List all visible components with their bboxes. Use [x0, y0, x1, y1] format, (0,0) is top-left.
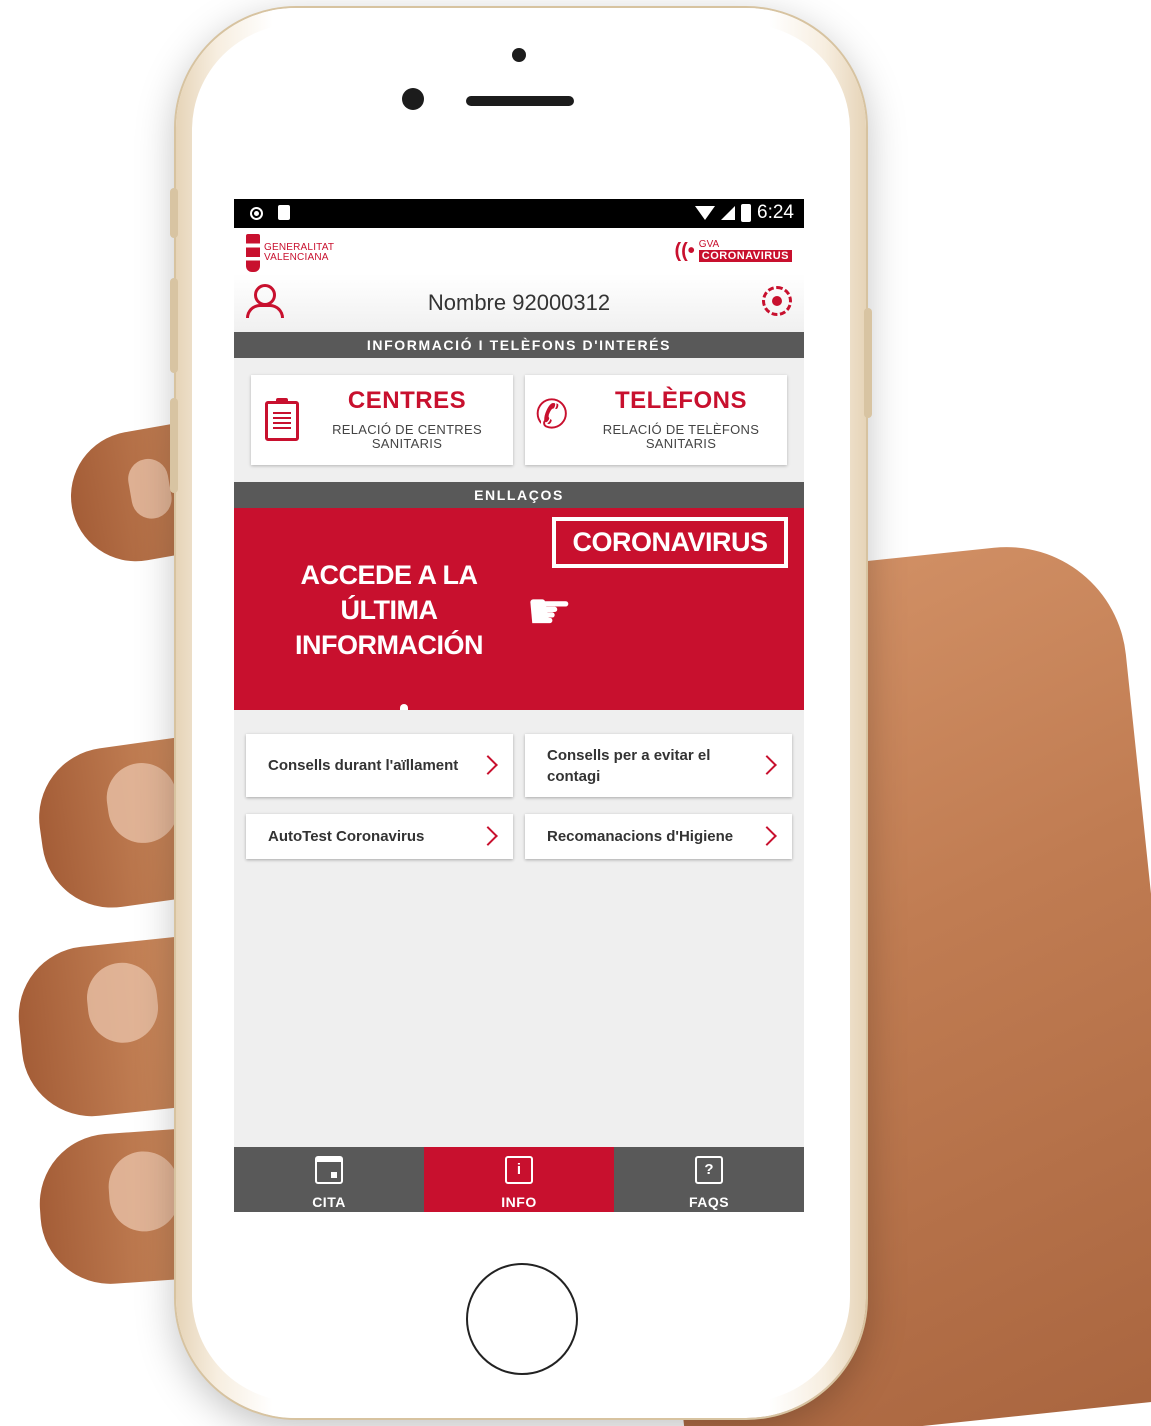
clipboard-icon: [265, 398, 299, 441]
status-bar: 6:24: [234, 199, 804, 228]
chevron-right-icon: [757, 825, 777, 846]
bottom-tab-bar: CITA i INFO ? FAQS: [234, 1147, 804, 1212]
mute-switch: [170, 188, 178, 238]
chevron-right-icon: [757, 754, 777, 775]
link-consells-contagi[interactable]: Consells per a evitar el contagi: [525, 734, 792, 797]
wifi-icon: [695, 206, 716, 220]
thumb-nail: [124, 455, 175, 522]
phone-icon: ✆: [535, 393, 569, 437]
link-autotest[interactable]: AutoTest Coronavirus: [246, 814, 513, 859]
info-section-header: INFORMACIÓ I TELÈFONS D'INTERÉS: [234, 332, 804, 358]
info-cards: CENTRES RELACIÓ DE CENTRES SANITARIS ✆ T…: [234, 358, 804, 482]
generalitat-logo-text: GENERALITAT VALENCIANA: [264, 243, 334, 263]
card-subtitle: RELACIÓ DE CENTRES SANITARIS: [332, 422, 482, 451]
card-title: TELÈFONS: [614, 387, 747, 414]
proximity-sensor: [512, 48, 526, 62]
tab-label: FAQS: [688, 1194, 730, 1210]
notification-icon: [250, 207, 263, 220]
card-subtitle: RELACIÓ DE TELÈFONS SANITARIS: [602, 422, 760, 451]
battery-icon: [741, 204, 752, 222]
signal-icon: [721, 206, 736, 220]
tab-info[interactable]: i INFO: [424, 1147, 614, 1212]
card-title: CENTRES: [347, 387, 467, 414]
broadcast-icon: ((•: [674, 240, 695, 262]
link-label: Consells durant l'aïllament: [268, 757, 459, 774]
generalitat-logo: GENERALITAT VALENCIANA: [246, 234, 334, 272]
tab-label: CITA: [312, 1194, 346, 1210]
status-time: 6:24: [757, 202, 794, 223]
sd-card-icon: [278, 205, 290, 220]
hand-pointer-icon: ☛: [526, 583, 573, 641]
gear-icon[interactable]: [762, 286, 792, 316]
link-consells-aillament[interactable]: Consells durant l'aïllament: [246, 734, 513, 797]
generalitat-shield-icon: [246, 234, 260, 272]
logo-gva: GVA: [698, 239, 720, 250]
finger-nail: [83, 959, 162, 1047]
tab-cita[interactable]: CITA: [234, 1147, 424, 1212]
links-section-header: ENLLAÇOS: [234, 482, 804, 508]
banner-line: ACCEDE A LA: [300, 560, 478, 590]
volume-up-button: [170, 278, 178, 373]
power-button: [864, 308, 872, 418]
info-icon: i: [505, 1156, 533, 1184]
link-label: AutoTest Coronavirus: [268, 828, 425, 845]
banner-text: ACCEDE A LA ÚLTIMA INFORMACIÓN: [264, 558, 514, 663]
volume-down-button: [170, 398, 178, 493]
calendar-icon: [315, 1156, 343, 1184]
user-name: Nombre 92000312: [427, 290, 611, 315]
home-button[interactable]: [466, 1263, 578, 1375]
brand-bar: GENERALITAT VALENCIANA ((• GVA CORONAVIR…: [234, 228, 804, 274]
finger-nail: [106, 1149, 182, 1234]
link-grid: Consells durant l'aïllament Consells per…: [234, 710, 804, 859]
tab-faqs[interactable]: ? FAQS: [614, 1147, 804, 1212]
banner-line: INFORMACIÓN: [295, 630, 483, 660]
front-camera: [402, 88, 424, 110]
banner-coronavirus-label: CORONAVIRUS: [552, 517, 788, 568]
chevron-right-icon: [478, 754, 498, 775]
gva-coronavirus-logo-text: GVA CORONAVIRUS: [698, 239, 792, 262]
question-icon: ?: [695, 1156, 723, 1184]
link-recomanacions-higiene[interactable]: Recomanacions d'Higiene: [525, 814, 792, 859]
user-bar: Nombre 92000312: [234, 274, 804, 332]
logo-coronavirus: CORONAVIRUS: [698, 250, 792, 262]
carousel-indicator: [400, 704, 408, 710]
banner-line: ÚLTIMA: [340, 595, 438, 625]
link-label: Recomanacions d'Higiene: [547, 828, 734, 845]
gva-coronavirus-logo: ((• GVA CORONAVIRUS: [674, 240, 792, 262]
logo-line: VALENCIANA: [264, 252, 329, 263]
status-right: 6:24: [695, 202, 794, 224]
chevron-right-icon: [478, 825, 498, 846]
link-label: Consells per a evitar el contagi: [547, 746, 711, 785]
centres-card[interactable]: CENTRES RELACIÓ DE CENTRES SANITARIS: [251, 375, 513, 465]
tab-label: INFO: [501, 1194, 537, 1210]
finger-nail: [102, 758, 183, 848]
telefons-card[interactable]: ✆ TELÈFONS RELACIÓ DE TELÈFONS SANITARIS: [525, 375, 787, 465]
coronavirus-banner[interactable]: ACCEDE A LA ÚLTIMA INFORMACIÓN CORONAVIR…: [234, 508, 804, 710]
app-screen: 6:24 GENERALITAT VALENCIANA ((• GVA CORO…: [234, 199, 804, 1212]
earpiece-speaker: [466, 96, 574, 106]
